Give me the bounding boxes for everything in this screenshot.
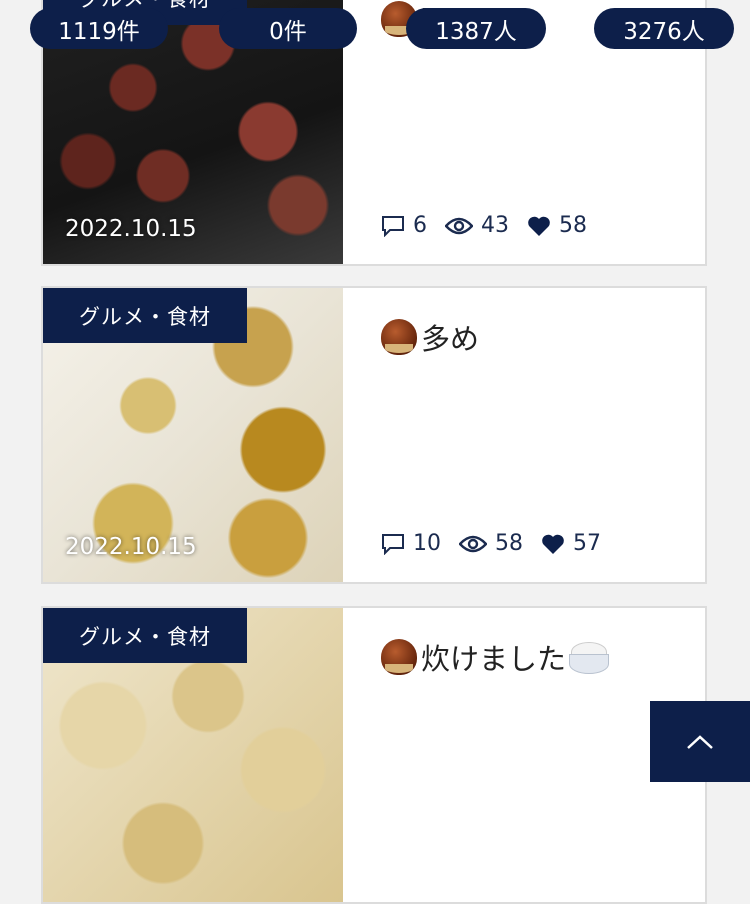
followers-count-text: 1387人: [435, 18, 517, 45]
post-card[interactable]: グルメ・食材 2022.10.15 多め 10 58 57: [41, 286, 707, 584]
views-stat: 58: [459, 531, 523, 556]
posts-count-badge: 1119件: [30, 8, 168, 49]
views-count: 58: [495, 531, 523, 556]
post-stats: 10 58 57: [381, 531, 619, 556]
users-count-text: 3276人: [623, 18, 705, 45]
rice-bowl-icon: [568, 640, 610, 674]
comment-icon: [382, 215, 404, 237]
eye-icon: [459, 535, 487, 552]
post-title-text: 多め: [421, 322, 480, 356]
eye-icon: [445, 217, 473, 234]
category-label[interactable]: グルメ・食材: [43, 608, 247, 663]
followers-count-badge: 1387人: [406, 8, 546, 49]
likes-count: 57: [573, 531, 601, 556]
chestnut-icon: [381, 319, 417, 355]
views-count: 43: [481, 213, 509, 238]
comment-stat: 6: [381, 213, 427, 238]
post-stats: 6 43 58: [381, 213, 605, 238]
comment-icon: [382, 533, 404, 555]
post-date: 2022.10.15: [65, 534, 197, 560]
zero-count-text: 0件: [269, 18, 307, 45]
likes-count: 58: [559, 213, 587, 238]
post-thumbnail[interactable]: グルメ・食材 2022.10.15: [43, 288, 343, 582]
post-title[interactable]: 炊けました: [381, 636, 610, 678]
likes-stat[interactable]: 58: [527, 213, 587, 238]
post-title[interactable]: 多め: [381, 316, 479, 358]
heart-icon: [542, 534, 564, 554]
post-title-text: 炊けました: [421, 642, 567, 676]
zero-count-badge: 0件: [219, 8, 357, 49]
likes-stat[interactable]: 57: [541, 531, 601, 556]
back-to-top-button[interactable]: [650, 701, 750, 782]
posts-count-text: 1119件: [58, 18, 140, 45]
post-thumbnail[interactable]: グルメ・食材: [43, 608, 343, 902]
category-label[interactable]: グルメ・食材: [43, 288, 247, 343]
post-date: 2022.10.15: [65, 216, 197, 242]
comment-count: 10: [413, 531, 441, 556]
comment-count: 6: [413, 213, 427, 238]
heart-icon: [528, 216, 550, 236]
comment-stat: 10: [381, 531, 441, 556]
post-card[interactable]: グルメ・食材 炊けました: [41, 606, 707, 904]
views-stat: 43: [445, 213, 509, 238]
chevron-up-icon: [687, 734, 713, 749]
users-count-badge: 3276人: [594, 8, 734, 49]
chestnut-icon: [381, 639, 417, 675]
